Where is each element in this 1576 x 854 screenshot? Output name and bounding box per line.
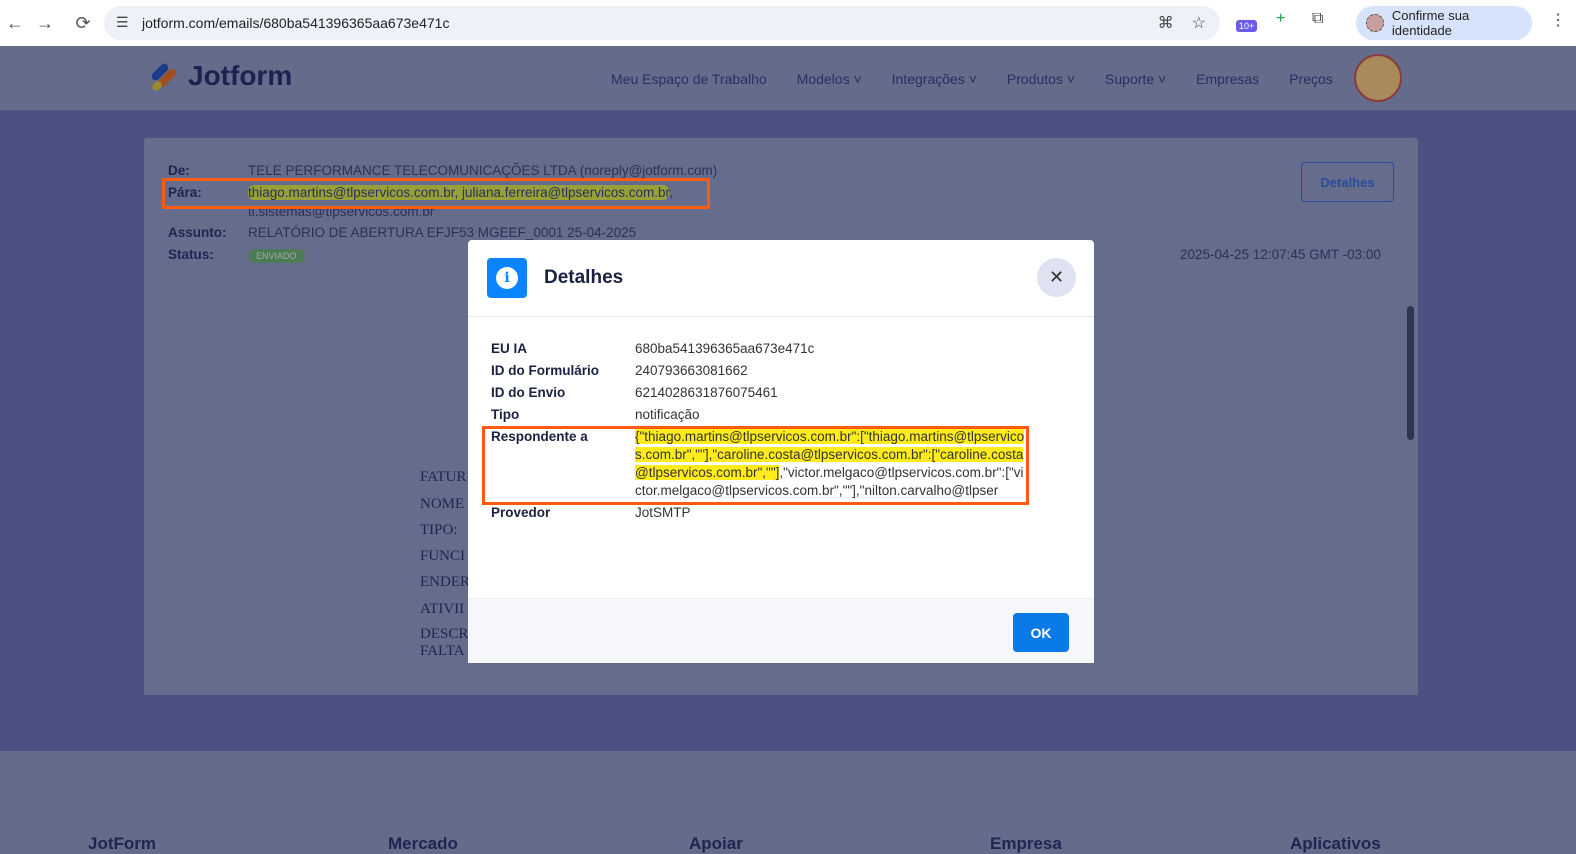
- email-scrollbar[interactable]: [1405, 292, 1415, 690]
- site-header: Jotform Meu Espaço de Trabalho Modelos ˅…: [0, 46, 1576, 110]
- subject-value: RELATÓRIO DE ABERTURA EFJF53 MGEEF_0001 …: [248, 225, 637, 240]
- extensions-puzzle-icon[interactable]: ⧉: [1312, 10, 1323, 28]
- translate-icon[interactable]: ⌘: [1158, 13, 1174, 33]
- detail-row: ID do Formulário 240793663081662: [491, 363, 748, 378]
- forward-icon[interactable]: →: [30, 13, 60, 34]
- body-line: ATIVII: [420, 601, 465, 617]
- url-text: jotform.com/emails/680ba541396365aa673e4…: [142, 15, 450, 31]
- site-settings-icon[interactable]: ☰: [116, 14, 129, 31]
- body-line: FALTA: [420, 643, 465, 659]
- detail-row: Tipo notificação: [491, 407, 700, 422]
- extension-badge[interactable]: 10+: [1236, 20, 1258, 32]
- modal-title: Detalhes: [544, 267, 624, 288]
- body-line: NOME: [420, 496, 465, 512]
- from-label: De:: [168, 163, 190, 178]
- identity-button[interactable]: Confirme sua identidade: [1356, 6, 1532, 40]
- reload-icon[interactable]: ⟳: [68, 13, 98, 34]
- body-line: DESCR: [420, 626, 469, 642]
- body-line: FUNCI: [420, 548, 466, 564]
- browser-toolbar: ← → ⟳ ☰ jotform.com/emails/680ba54139636…: [0, 0, 1576, 46]
- annotation-box: [482, 426, 1029, 505]
- footer-heading: Mercado: [388, 834, 458, 853]
- detail-row: Provedor JotSMTP: [491, 505, 691, 520]
- nav-templates[interactable]: Modelos ˅: [797, 71, 862, 87]
- annotation-box: [162, 178, 710, 209]
- detail-row: ID do Envio 6214028631876075461: [491, 385, 778, 400]
- body-line: FATUR: [420, 469, 467, 485]
- footer-heading: Apoiar: [689, 834, 743, 853]
- details-modal: i Detalhes ✕ EU IA 680ba541396365aa673e47…: [468, 240, 1094, 663]
- footer-heading: Empresa: [990, 834, 1062, 853]
- scrollbar-thumb[interactable]: [1407, 306, 1414, 440]
- nav-enterprise[interactable]: Empresas: [1196, 71, 1259, 87]
- footer-heading: Aplicativos: [1290, 834, 1381, 853]
- status-badge: ENVIADO: [248, 249, 305, 263]
- logo-mark-icon: [150, 62, 178, 93]
- body-line: ENDER: [420, 574, 470, 590]
- from-value: TELE PERFORMANCE TELECOMUNICAÇÕES LTDA (…: [248, 163, 718, 178]
- address-bar[interactable]: ☰ jotform.com/emails/680ba541396365aa673…: [104, 6, 1220, 40]
- body-line: TIPO:: [420, 522, 458, 538]
- details-button[interactable]: Detalhes: [1301, 162, 1394, 202]
- profile-avatar: [1366, 14, 1384, 32]
- main-nav: Meu Espaço de Trabalho Modelos ˅ Integra…: [611, 71, 1333, 87]
- kebab-menu-icon[interactable]: ⋮: [1550, 10, 1566, 30]
- footer-heading: JotForm: [88, 834, 156, 853]
- subject-label: Assunto:: [168, 225, 227, 240]
- back-icon[interactable]: ←: [0, 13, 30, 34]
- bookmark-star-icon[interactable]: ☆: [1192, 13, 1206, 33]
- nav-workspace[interactable]: Meu Espaço de Trabalho: [611, 71, 767, 87]
- nav-integrations[interactable]: Integrações ˅: [892, 71, 977, 87]
- nav-pricing[interactable]: Preços: [1289, 71, 1333, 87]
- nav-products[interactable]: Produtos ˅: [1007, 71, 1075, 87]
- jotform-logo[interactable]: Jotform: [150, 60, 293, 93]
- ok-button[interactable]: OK: [1013, 613, 1069, 652]
- close-icon[interactable]: ✕: [1037, 258, 1076, 297]
- detail-row: EU IA 680ba541396365aa673e471c: [491, 341, 815, 356]
- extension-plus-icon[interactable]: +: [1276, 10, 1285, 28]
- sent-date: 2025-04-25 12:07:45 GMT -03:00: [1180, 247, 1381, 262]
- identity-label: Confirme sua identidade: [1391, 8, 1470, 38]
- user-avatar[interactable]: [1354, 54, 1402, 102]
- status-label: Status:: [168, 247, 214, 262]
- logo-text: Jotform: [188, 60, 293, 91]
- nav-support[interactable]: Suporte ˅: [1105, 71, 1166, 87]
- info-icon: i: [487, 258, 527, 298]
